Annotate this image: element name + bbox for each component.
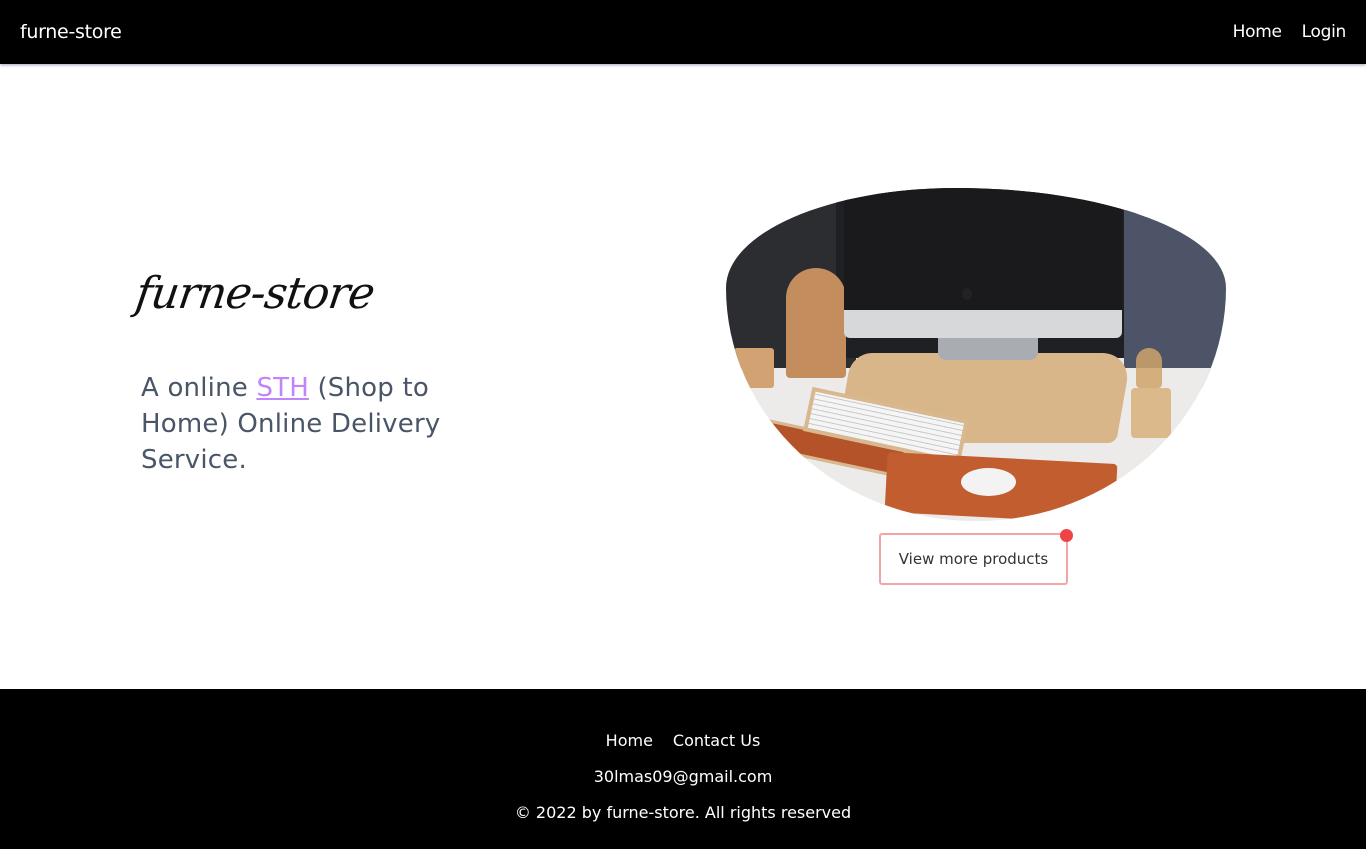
image-mouse <box>961 468 1016 496</box>
hero-image <box>726 188 1226 521</box>
image-monitor-stand <box>938 338 1038 360</box>
footer: Home Contact Us 30lmas09@gmail.com © 202… <box>0 689 1366 849</box>
footer-home-link[interactable]: Home <box>606 731 653 750</box>
brand-logo-link[interactable]: furne-store <box>20 21 122 43</box>
image-speaker <box>786 268 846 378</box>
image-lamp <box>1131 388 1171 438</box>
footer-contact-link[interactable]: Contact Us <box>673 731 760 750</box>
footer-copyright: © 2022 by furne-store. All rights reserv… <box>514 803 852 822</box>
navbar: furne-store Home Login <box>0 0 1366 64</box>
notification-dot-icon <box>1060 529 1073 542</box>
hero-tagline: A online STH (Shop to Home) Online Deliv… <box>141 370 471 478</box>
nav-home-link[interactable]: Home <box>1233 22 1282 42</box>
image-monitor <box>844 188 1122 338</box>
view-more-products-button[interactable]: View more products <box>879 529 1073 585</box>
cta-label: View more products <box>898 550 1049 568</box>
nav-login-link[interactable]: Login <box>1302 22 1347 42</box>
image-pencil-cup <box>734 348 774 388</box>
image-bulb <box>1136 348 1162 388</box>
nav-links: Home Login <box>1233 22 1347 42</box>
hero-logo-text: furne-store <box>132 268 378 319</box>
apple-logo-icon <box>962 288 972 300</box>
footer-email: 30lmas09@gmail.com <box>593 767 773 786</box>
tagline-prefix: A online <box>141 373 257 403</box>
footer-links: Home Contact Us <box>0 731 1366 750</box>
sth-link[interactable]: STH <box>256 373 309 403</box>
